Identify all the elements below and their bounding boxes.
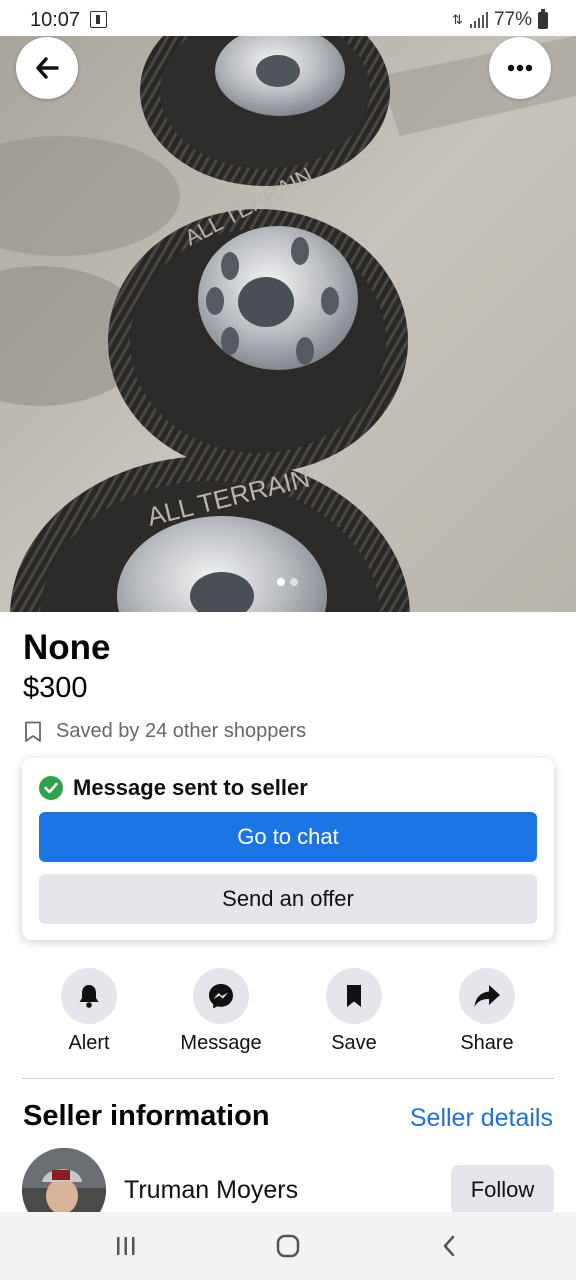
- back-button[interactable]: [16, 37, 78, 99]
- pager-dot: [290, 578, 298, 586]
- bell-icon: [79, 985, 99, 1008]
- share-label: Share: [460, 1032, 514, 1054]
- go-to-chat-button[interactable]: Go to chat: [39, 812, 537, 862]
- section-divider: [22, 1078, 554, 1079]
- alert-label: Alert: [68, 1032, 110, 1054]
- tire-photo: ALL TERRAIN ALL TERRAIN: [0, 36, 576, 612]
- pager-dot: [277, 578, 285, 586]
- action-row: Alert Message Save Share: [22, 968, 554, 1060]
- saved-count-row: Saved by 24 other shoppers: [24, 720, 306, 743]
- share-button[interactable]: [459, 968, 515, 1024]
- bookmark-outline-icon: [25, 721, 41, 742]
- status-indicators: ⇅ 77%: [451, 8, 548, 31]
- save-button[interactable]: [326, 968, 382, 1024]
- recent-apps-button[interactable]: [96, 1226, 156, 1266]
- saved-count-text: Saved by 24 other shoppers: [56, 720, 307, 742]
- seller-info-heading: Seller information: [23, 1100, 270, 1132]
- save-action[interactable]: Save: [294, 968, 414, 1055]
- follow-button[interactable]: Follow: [451, 1165, 554, 1215]
- message-status: Message sent to seller: [39, 775, 308, 801]
- recent-apps-icon: [117, 1237, 135, 1255]
- image-pager-dots: [277, 578, 298, 586]
- message-action[interactable]: Message: [161, 968, 281, 1055]
- home-button[interactable]: [258, 1226, 318, 1266]
- share-icon: [474, 985, 500, 1007]
- arrow-left-icon: [36, 57, 59, 79]
- alert-button[interactable]: [61, 968, 117, 1024]
- system-nav-bar: [0, 1212, 576, 1280]
- back-nav-button[interactable]: [419, 1226, 479, 1266]
- message-button[interactable]: [193, 968, 249, 1024]
- save-label: Save: [331, 1032, 377, 1054]
- listing-photo[interactable]: ALL TERRAIN ALL TERRAIN: [0, 36, 576, 612]
- message-label: Message: [180, 1032, 262, 1054]
- messenger-icon: [209, 984, 233, 1009]
- status-time: 10:07: [30, 9, 81, 31]
- listing-title: None: [23, 628, 111, 667]
- message-sent-card: Message sent to seller Go to chat Send a…: [22, 758, 554, 940]
- seller-name[interactable]: Truman Moyers: [124, 1176, 298, 1205]
- send-offer-button[interactable]: Send an offer: [39, 874, 537, 924]
- back-nav-icon: [443, 1235, 455, 1257]
- listing-price: $300: [23, 672, 88, 704]
- alert-action[interactable]: Alert: [29, 968, 149, 1055]
- seller-details-link[interactable]: Seller details: [410, 1104, 553, 1133]
- message-status-text: Message sent to seller: [73, 775, 308, 800]
- notification-icon: [90, 11, 107, 28]
- status-bar: 10:07 ⇅ 77%: [0, 0, 576, 36]
- battery-icon: [538, 8, 548, 29]
- check-circle-icon: [39, 776, 63, 800]
- battery-percent: 77%: [493, 9, 532, 30]
- share-action[interactable]: Share: [427, 968, 547, 1055]
- data-transfer-icon: ⇅: [451, 12, 463, 27]
- bookmark-icon: [347, 985, 361, 1007]
- more-horizontal-icon: [507, 64, 533, 72]
- more-options-button[interactable]: [489, 37, 551, 99]
- signal-icon: [469, 12, 488, 28]
- home-icon: [276, 1234, 300, 1258]
